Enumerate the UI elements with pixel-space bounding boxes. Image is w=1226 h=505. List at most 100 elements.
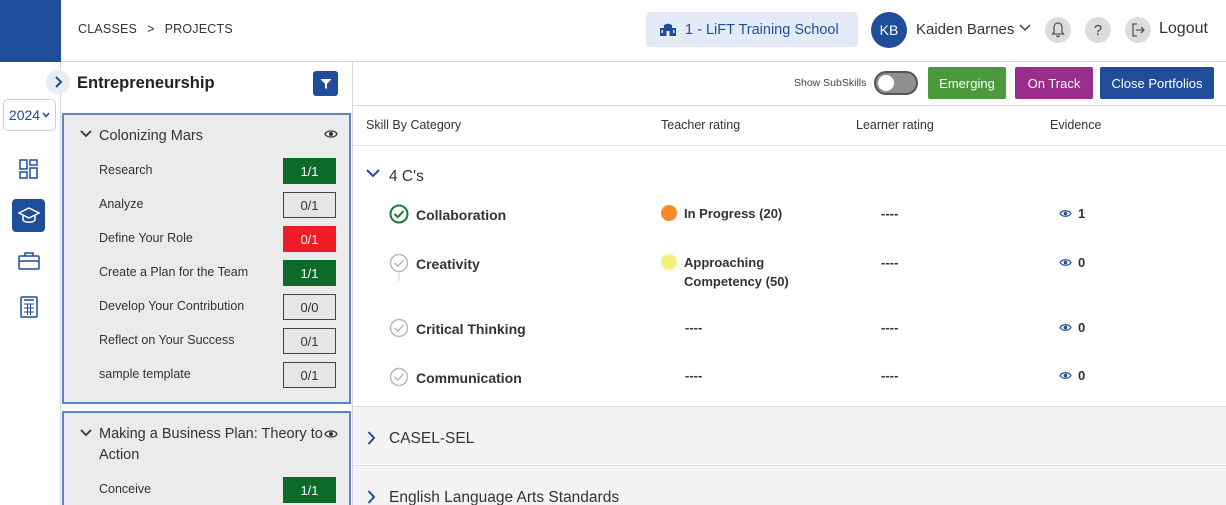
eye-icon	[1059, 372, 1072, 379]
task-row[interactable]: Develop Your Contribution 0/0	[99, 294, 339, 320]
logout-icon-button[interactable]	[1125, 17, 1151, 43]
evidence-link[interactable]: 1	[1059, 206, 1085, 221]
close-portfolios-button[interactable]: Close Portfolios	[1100, 67, 1214, 99]
project-card[interactable]: Colonizing Mars Research 1/1 Analyze 0/1…	[62, 113, 351, 404]
evidence-count: 0	[1078, 368, 1086, 383]
chevron-down-icon[interactable]	[80, 429, 92, 437]
task-label: Research	[99, 163, 153, 177]
help-button[interactable]: ?	[1085, 17, 1111, 43]
teacher-rating: Approaching Competency (50)	[661, 253, 789, 291]
skill-name: Critical Thinking	[416, 321, 526, 337]
breadcrumb: CLASSES > PROJECTS	[78, 22, 233, 36]
skill-row[interactable]: Creativity Approaching Competency (50) -…	[353, 253, 1226, 313]
teacher-rating: ----	[685, 368, 703, 383]
help-icon: ?	[1093, 21, 1103, 39]
teacher-rating-text: Approaching Competency (50)	[684, 253, 789, 291]
task-label: Create a Plan for the Team	[99, 265, 249, 279]
user-name[interactable]: Kaiden Barnes	[916, 21, 1014, 38]
task-score: 0/1	[283, 362, 336, 388]
task-label: Develop Your Contribution	[99, 299, 245, 313]
evidence-count: 0	[1078, 320, 1086, 335]
breadcrumb-projects[interactable]: PROJECTS	[165, 22, 233, 36]
category-row[interactable]: English Language Arts Standards	[353, 465, 1226, 505]
dashboard-icon	[18, 158, 38, 179]
classes-nav[interactable]	[12, 199, 45, 232]
toolbar: Show SubSkills Emerging On Track Close P…	[353, 62, 1226, 106]
breadcrumb-separator: >	[147, 22, 155, 36]
filter-button[interactable]	[313, 71, 338, 96]
project-card[interactable]: Making a Business Plan: Theory to Action…	[62, 411, 351, 505]
eye-icon[interactable]	[324, 129, 338, 139]
school-selector-button[interactable]: 1 - LiFT Training School	[646, 12, 858, 47]
task-row[interactable]: sample template 0/1	[99, 362, 339, 388]
skill-name: Communication	[416, 370, 522, 386]
show-subskills-toggle[interactable]	[874, 71, 918, 95]
task-row[interactable]: Reflect on Your Success 0/1	[99, 328, 339, 354]
task-row[interactable]: Create a Plan for the Team 1/1	[99, 260, 339, 286]
expand-panel-button[interactable]	[46, 70, 70, 94]
column-header-learner-rating: Learner rating	[856, 118, 934, 132]
reports-nav[interactable]	[12, 290, 45, 323]
category-row[interactable]: CASEL-SEL	[353, 406, 1226, 464]
column-header-skill: Skill By Category	[366, 118, 462, 132]
learner-rating: ----	[881, 206, 899, 221]
column-header-teacher-rating: Teacher rating	[661, 118, 741, 132]
show-subskills-label: Show SubSkills	[794, 77, 867, 89]
chevron-down-icon[interactable]	[80, 130, 92, 138]
evidence-count: 0	[1078, 255, 1086, 270]
year-select[interactable]: 2024	[3, 99, 56, 131]
breadcrumb-classes[interactable]: CLASSES	[78, 22, 137, 36]
avatar[interactable]: KB	[871, 12, 907, 48]
project-title: Making a Business Plan: Theory to Action	[99, 426, 323, 463]
skill-row[interactable]: Critical Thinking ---- ---- 0	[353, 318, 1226, 348]
briefcase-icon	[17, 251, 40, 270]
check-circle-outline-icon	[389, 253, 409, 281]
eye-icon[interactable]	[324, 429, 338, 439]
skill-name: Collaboration	[416, 207, 507, 223]
learner-rating: ----	[881, 255, 899, 270]
notifications-button[interactable]	[1045, 17, 1071, 43]
school-building-icon	[660, 23, 676, 36]
task-score: 1/1	[283, 158, 336, 184]
evidence-link[interactable]: 0	[1059, 368, 1085, 383]
logout-icon	[1132, 23, 1145, 37]
emerging-button[interactable]: Emerging	[928, 67, 1006, 99]
project-panel: Entrepreneurship Colonizing Mars Researc…	[61, 62, 353, 505]
task-label: Conceive	[99, 482, 152, 496]
task-row[interactable]: Analyze 0/1	[99, 192, 339, 218]
evidence-link[interactable]: 0	[1059, 255, 1085, 270]
brand-block	[0, 0, 61, 62]
task-label: Analyze	[99, 197, 144, 211]
task-row[interactable]: Define Your Role 0/1	[99, 226, 339, 252]
year-value: 2024	[8, 107, 41, 123]
eye-icon	[1059, 210, 1072, 217]
teacher-rating-line2: Competency (50)	[684, 274, 789, 289]
on-track-button[interactable]: On Track	[1015, 67, 1093, 99]
rating-dot	[661, 254, 677, 270]
filter-icon	[320, 78, 331, 89]
category-title: CASEL-SEL	[389, 430, 475, 447]
teacher-rating: ----	[685, 320, 703, 335]
teacher-rating: In Progress (20)	[661, 204, 782, 223]
bell-icon	[1051, 22, 1065, 38]
skill-row[interactable]: Collaboration In Progress (20) ---- 1	[353, 204, 1226, 244]
teacher-rating-line1: Approaching	[684, 255, 765, 270]
chevron-right-icon	[367, 490, 376, 504]
task-score: 0/1	[283, 328, 336, 354]
task-row[interactable]: Conceive 1/1	[99, 477, 339, 503]
chevron-down-icon[interactable]	[366, 169, 380, 178]
skill-row[interactable]: Communication ---- ---- 0	[353, 367, 1226, 397]
category-title[interactable]: 4 C's	[389, 168, 424, 186]
left-rail: 2024	[0, 62, 70, 505]
project-title: Colonizing Mars	[99, 128, 203, 144]
task-label: sample template	[99, 367, 191, 381]
dashboard-nav[interactable]	[12, 152, 45, 185]
task-label: Define Your Role	[99, 231, 193, 245]
logout-link[interactable]: Logout	[1159, 20, 1208, 38]
portfolio-nav[interactable]	[12, 244, 45, 277]
task-score: 1/1	[283, 477, 336, 503]
evidence-link[interactable]: 0	[1059, 320, 1085, 335]
task-row[interactable]: Research 1/1	[99, 158, 339, 184]
chevron-down-icon[interactable]	[1019, 24, 1031, 32]
chevron-right-icon	[55, 76, 63, 88]
